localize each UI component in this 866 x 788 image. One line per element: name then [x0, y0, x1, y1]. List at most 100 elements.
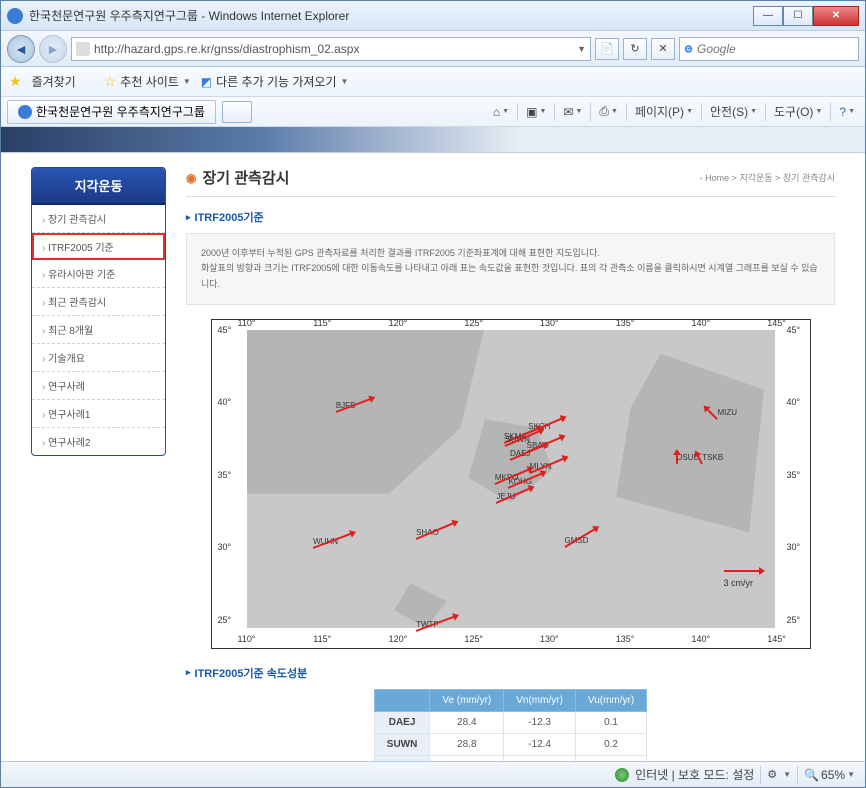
table-cell: 28.8 [430, 733, 504, 755]
table-cell: DAEJ [374, 711, 430, 733]
favorites-star-icon[interactable]: ★ [9, 73, 22, 90]
table-cell: 0.1 [575, 711, 646, 733]
page-scroll[interactable]: 지각운동 장기 관측감시ITRF2005 기준유라시아판 기준최근 관측감시최근… [1, 127, 865, 761]
lat-tick: 25° [787, 615, 801, 625]
status-bar: 인터넷 | 보호 모드: 설정 ⚙ ▼ 🔍 65% ▼ [1, 761, 865, 787]
safety-menu[interactable]: 안전(S)▼ [706, 101, 761, 122]
lon-tick: 145° [767, 634, 786, 644]
velocity-table: Ve (mm/yr)Vn(mm/yr)Vu(mm/yr) DAEJ28.4-12… [374, 689, 647, 761]
lon-tick: 115° [313, 634, 331, 644]
velocity-arrow [676, 455, 678, 465]
forward-button[interactable]: ► [39, 35, 67, 63]
lon-tick: 110° [238, 318, 256, 328]
viewport: 지각운동 장기 관측감시ITRF2005 기준유라시아판 기준최근 관측감시최근… [1, 127, 865, 761]
sidebar-item[interactable]: 최근 관측감시 [32, 288, 165, 316]
svg-text:G: G [686, 46, 690, 52]
tools-menu[interactable]: 도구(O)▼ [770, 101, 826, 122]
breadcrumb: ◦ Home > 지각운동 > 장기 관측감시 [699, 171, 835, 184]
close-button[interactable] [813, 6, 859, 26]
table-row[interactable]: SHAO31.3-13.20.0 [374, 755, 646, 761]
favorites-label[interactable]: 즐겨찾기 [32, 73, 76, 90]
rss-icon: ▣ [526, 105, 537, 119]
lon-tick: 130° [540, 318, 559, 328]
velocity-map: BJFSSKMASKCHSBAOSUWNDAEJMLYNUSUDTSKBMIZU… [211, 319, 811, 649]
help-icon: ? [839, 105, 846, 119]
protected-mode-icon[interactable]: ⚙ [767, 768, 777, 781]
lat-tick: 30° [787, 542, 801, 552]
security-zone: 인터넷 | 보호 모드: 설정 [635, 766, 754, 783]
table-cell: -12.3 [504, 711, 576, 733]
sidebar-item[interactable]: 연구사례 [32, 372, 165, 400]
lon-tick: 135° [616, 634, 635, 644]
sidebar-item[interactable]: 연구사례2 [32, 428, 165, 455]
sidebar-item[interactable]: 연구사례1 [32, 400, 165, 428]
lon-tick: 145° [767, 318, 786, 328]
chevron-down-icon: ▼ [183, 77, 191, 86]
section-heading-2: ITRF2005기준 속도성분 [186, 665, 835, 681]
main-content: 장기 관측감시 ◦ Home > 지각운동 > 장기 관측감시 ITRF2005… [186, 167, 835, 761]
table-cell: -12.4 [504, 733, 576, 755]
window-title: 한국천문연구원 우주측지연구그룹 - Windows Internet Expl… [29, 7, 753, 24]
lon-tick: 135° [616, 318, 635, 328]
sidebar-item[interactable]: 유라시아판 기준 [32, 260, 165, 288]
table-cell: -13.2 [504, 755, 576, 761]
stop-button[interactable]: ✕ [651, 38, 675, 60]
dropdown-icon[interactable]: ▼ [577, 44, 586, 54]
back-button[interactable]: ◄ [7, 35, 35, 63]
minimize-button[interactable] [753, 6, 783, 26]
globe-icon [615, 768, 629, 782]
table-cell: 28.4 [430, 711, 504, 733]
mail-button[interactable]: ✉▼ [559, 103, 586, 121]
station-label: TSKB [702, 453, 723, 462]
lon-tick: 140° [691, 318, 710, 328]
station-label: MIZU [717, 408, 737, 417]
table-cell: 0.0 [575, 755, 646, 761]
nav-toolbar: ◄ ► ▼ 📄 ↻ ✕ G [1, 31, 865, 67]
lon-tick: 125° [464, 318, 483, 328]
home-icon: ⌂ [493, 105, 500, 119]
home-button[interactable]: ⌂▼ [489, 103, 513, 121]
sidebar-item[interactable]: 최근 8개월 [32, 316, 165, 344]
window-controls [753, 6, 859, 26]
table-cell: 0.2 [575, 733, 646, 755]
help-button[interactable]: ?▼ [835, 103, 859, 121]
url-input[interactable] [94, 42, 573, 56]
page-title: 장기 관측감시 [186, 167, 289, 188]
tab-active[interactable]: 한국천문연구원 우주측지연구그룹 [7, 100, 216, 124]
page-menu[interactable]: 페이지(P)▼ [631, 101, 697, 122]
table-row[interactable]: SUWN28.8-12.40.2 [374, 733, 646, 755]
lat-tick: 45° [218, 325, 232, 335]
print-button[interactable]: ⎙▼ [595, 102, 622, 121]
table-header-cell: Vn(mm/yr) [504, 689, 576, 711]
info-line: 2000년 이후부터 누적된 GPS 관측자료를 처리한 결과를 ITRF200… [201, 246, 820, 261]
sidebar-item[interactable]: 장기 관측감시 [32, 205, 165, 233]
info-box: 2000년 이후부터 누적된 GPS 관측자료를 처리한 결과를 ITRF200… [186, 233, 835, 305]
site-banner [1, 127, 865, 153]
lat-tick: 30° [218, 542, 232, 552]
get-addons-link[interactable]: ◩ 다른 추가 기능 가져오기 ▼ [201, 73, 349, 90]
sidebar-nav: 지각운동 장기 관측감시ITRF2005 기준유라시아판 기준최근 관측감시최근… [31, 167, 166, 456]
tab-favicon [18, 105, 32, 119]
refresh-button[interactable]: ↻ [623, 38, 647, 60]
search-input[interactable] [697, 42, 854, 56]
sidebar-item[interactable]: 기술개요 [32, 344, 165, 372]
zoom-control[interactable]: 🔍 65% ▼ [804, 768, 855, 782]
maximize-button[interactable] [783, 6, 813, 26]
recommended-sites-link[interactable]: ☆ 추천 사이트 ▼ [104, 73, 191, 90]
lon-tick: 140° [691, 634, 710, 644]
info-line: 화살표의 방향과 크기는 ITRF2005에 대한 이동속도를 나타내고 아래 … [201, 261, 820, 292]
sidebar-item[interactable]: ITRF2005 기준 [32, 233, 165, 260]
compat-view-button[interactable]: 📄 [595, 38, 619, 60]
table-row[interactable]: DAEJ28.4-12.30.1 [374, 711, 646, 733]
command-bar: ⌂▼ ▣▼ ✉▼ ⎙▼ 페이지(P)▼ 안전(S)▼ 도구(O)▼ ?▼ [489, 101, 859, 122]
lat-tick: 35° [787, 470, 801, 480]
table-header-cell: Vu(mm/yr) [575, 689, 646, 711]
new-tab-button[interactable] [222, 101, 252, 123]
search-bar[interactable]: G [679, 37, 859, 61]
browser-window: 한국천문연구원 우주측지연구그룹 - Windows Internet Expl… [0, 0, 866, 788]
feeds-button[interactable]: ▣▼ [522, 103, 550, 121]
address-bar[interactable]: ▼ [71, 37, 591, 61]
lon-tick: 120° [389, 634, 408, 644]
addon-icon: ◩ [201, 75, 212, 89]
lon-tick: 125° [464, 634, 483, 644]
